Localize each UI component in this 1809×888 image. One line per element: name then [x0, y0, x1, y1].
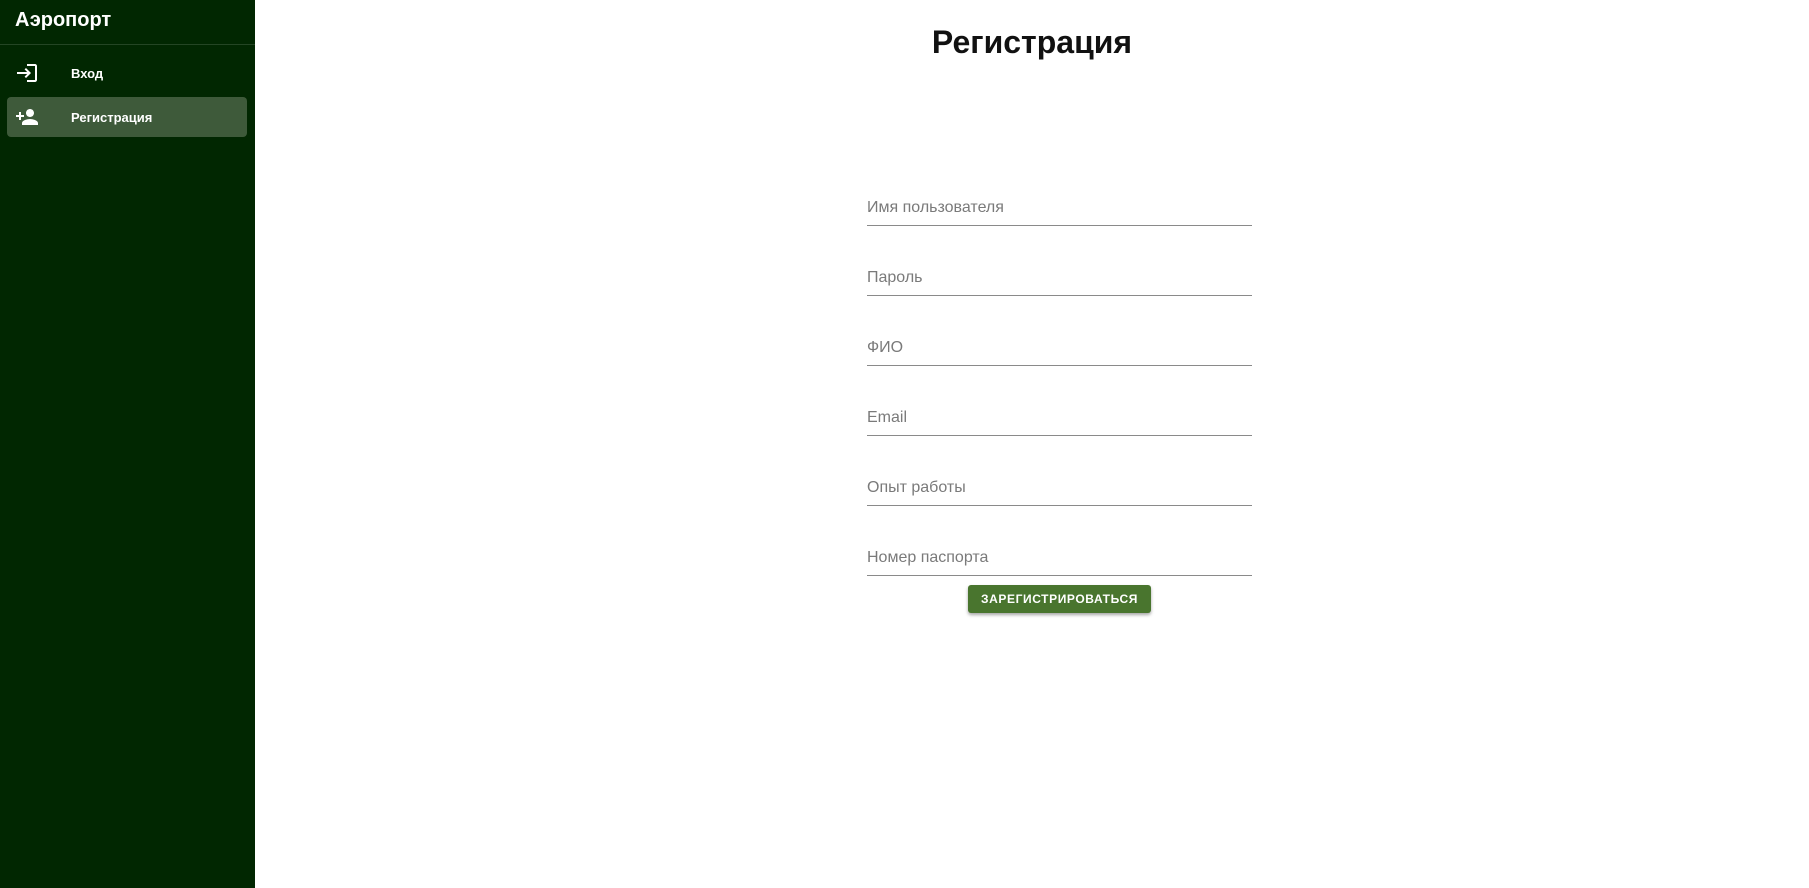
- app-root: Аэропорт Вход Регистрация Регистрация Им…: [0, 0, 1809, 888]
- passport-field-wrapper: [867, 520, 1252, 590]
- sidebar-item-label: Регистрация: [71, 109, 153, 125]
- registration-form: ЗАРЕГИСТРИРОВАТЬСЯ: [867, 170, 1252, 613]
- sidebar-item-register[interactable]: Регистрация: [7, 97, 247, 137]
- sidebar-item-login[interactable]: Вход: [7, 53, 247, 93]
- app-title: Аэропорт: [15, 8, 112, 31]
- sidebar: Аэропорт Вход Регистрация: [0, 0, 255, 888]
- fullname-field-wrapper: [867, 310, 1252, 380]
- fullname-input[interactable]: [867, 322, 1252, 366]
- page-title: Регистрация: [931, 24, 1133, 60]
- username-input[interactable]: [867, 182, 1252, 226]
- password-field-wrapper: [867, 240, 1252, 310]
- submit-wrapper: ЗАРЕГИСТРИРОВАТЬСЯ: [867, 585, 1252, 613]
- sidebar-nav: Вход Регистрация: [0, 45, 255, 137]
- passport-input[interactable]: [867, 532, 1252, 576]
- email-field-wrapper: [867, 380, 1252, 450]
- email-input[interactable]: [867, 392, 1252, 436]
- experience-field-wrapper: [867, 450, 1252, 520]
- experience-input[interactable]: [867, 462, 1252, 506]
- password-input[interactable]: [867, 252, 1252, 296]
- sidebar-item-label: Вход: [71, 65, 104, 81]
- sidebar-header: Аэропорт: [0, 0, 255, 45]
- username-field-wrapper: [867, 170, 1252, 240]
- main-content: Регистрация ЗАРЕГИСТРИРОВАТЬСЯ: [255, 0, 1809, 888]
- person-add-icon: [14, 104, 40, 130]
- login-icon: [14, 60, 40, 86]
- register-button[interactable]: ЗАРЕГИСТРИРОВАТЬСЯ: [967, 585, 1151, 613]
